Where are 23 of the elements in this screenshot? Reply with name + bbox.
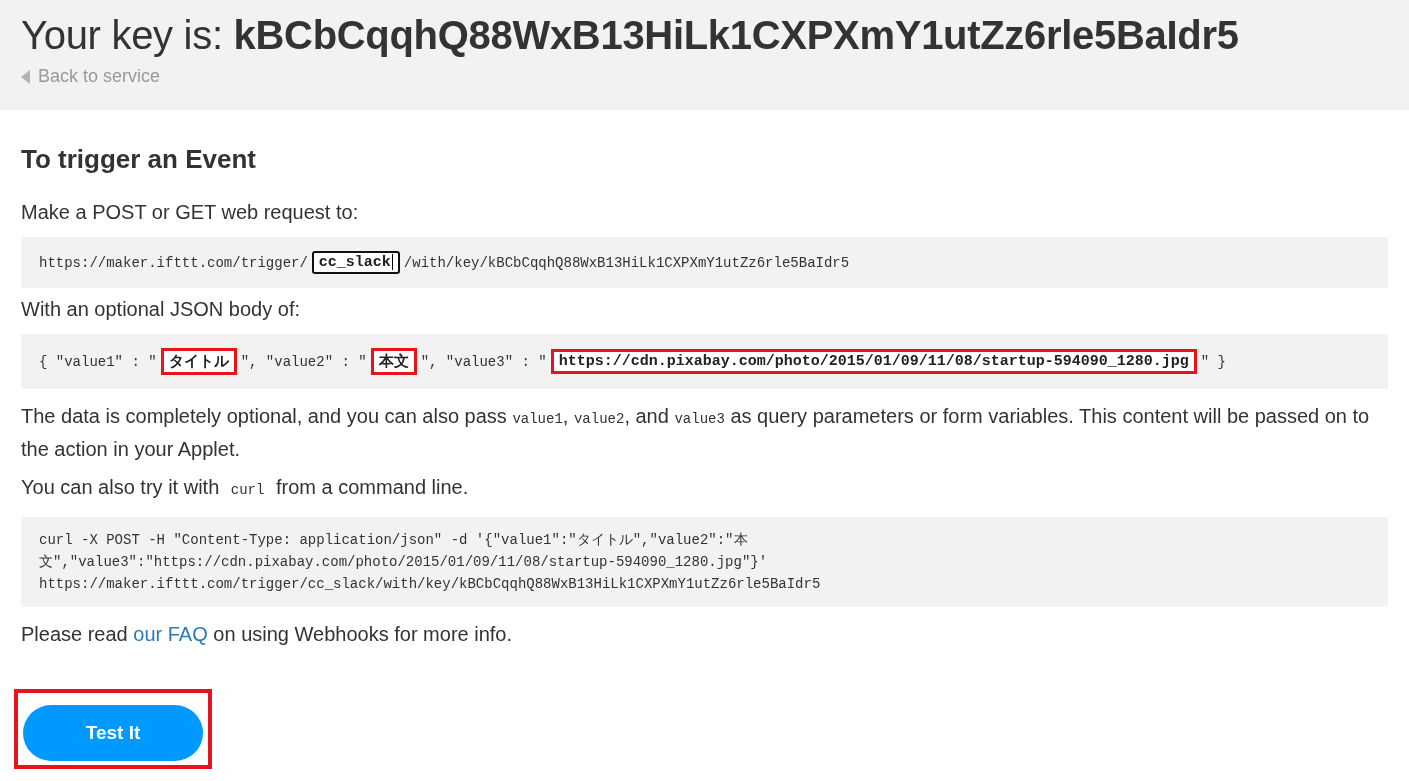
instruction-text: With an optional JSON body of: — [21, 297, 302, 322]
faq-link[interactable]: our FAQ — [133, 623, 208, 645]
code-text: ", "value2" : " — [240, 353, 367, 370]
code-line: https://maker.ifttt.com/trigger/cc_slack/with/key/kBCbCqqhQ88WxB13HiLk1CXPXmY1utZz6rle5BaIdr5 — [39, 575, 822, 594]
code-text: ", "value3" : " — [420, 353, 547, 370]
faq-text: on using Webhooks for more info. — [212, 623, 513, 645]
instruction-text: Make a POST or GET web request to: — [21, 200, 360, 225]
code-text: " } — [1200, 353, 1226, 370]
section-title: To trigger an Event — [21, 144, 257, 175]
input-field[interactable]: https://cdn.pixabay.com/photo/2015/01/09/11/08/startup-594090_1280.jpg — [550, 349, 1197, 374]
description-paragraph: The data is completely optional, and you can also pass value1, value2, and value3 as query parameters or form variables. This content will be passed on to the action in your Applet. — [21, 404, 1371, 462]
code-line: 文","value3":"https://cdn.pixabay.com/photo/2015/01/09/11/08/startup-594090_1280.jpg"}' — [39, 553, 769, 572]
code-line: curl -X POST -H "Content-Type: application/json" -d '{"value1":"タイトル","value2":"本 — [39, 531, 749, 550]
input-field[interactable]: 本文 — [370, 348, 417, 375]
instruction-text: You can also try it with curl from a command line. — [21, 475, 470, 500]
code-text: /with/key/kBCbCqqhQ88WxB13HiLk1CXPXmY1utZz6rle5BaIdr5 — [403, 254, 850, 271]
faq-text: Please read — [21, 623, 129, 645]
page-title: Your key is: kBCbCqqhQ88WxB13HiLk1CXPXmY1utZz6rle5BaIdr5 — [21, 12, 1240, 59]
code-text: https://maker.ifttt.com/trigger/ — [39, 254, 308, 271]
input-field[interactable]: タイトル — [160, 348, 237, 375]
input-field[interactable]: cc_slack — [311, 251, 400, 274]
caret-left-icon — [21, 69, 30, 84]
code-text: { "value1" : " — [39, 353, 157, 370]
